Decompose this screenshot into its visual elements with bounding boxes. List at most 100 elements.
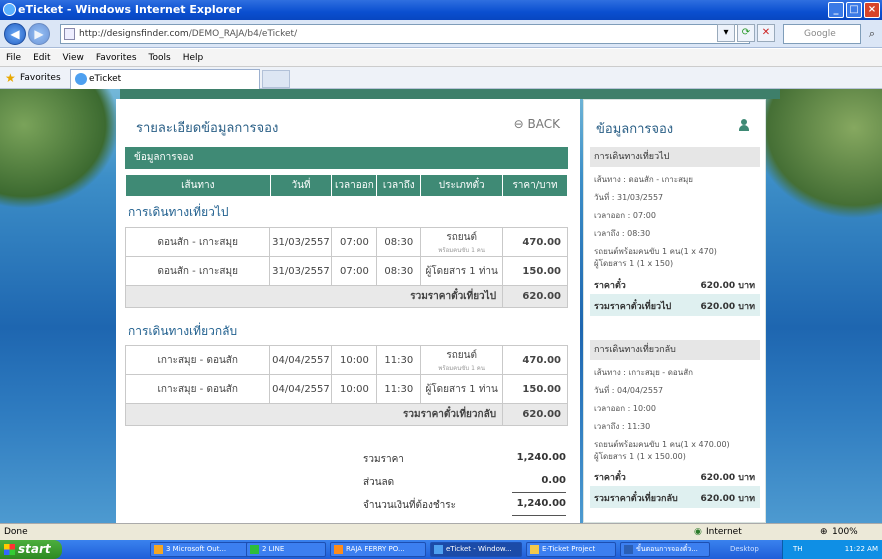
forward-nav-button[interactable]: ▶ [28,23,50,45]
table-row: ดอนสัก - เกาะสมุย 31/03/2557 07:00 08:30… [124,227,568,257]
summary-total: 620.00 บาท [700,494,755,504]
summary-route: เส้นทาง : ดอนสัก - เกาะสมุย [594,175,693,184]
route-cell: ดอนสัก - เกาะสมุย [124,227,271,257]
tab-ie-icon [75,73,87,85]
clock: 11:22 AM [844,545,878,553]
address-input[interactable]: http://designsfinder.com/DEMO_RAJA/b4/eT… [60,24,750,44]
stop-icon[interactable]: ✕ [757,24,775,42]
menu-edit[interactable]: Edit [33,49,50,66]
type-cell: ผู้โดยสาร 1 ท่าน [420,374,504,404]
summary-route: เส้นทาง : เกาะสมุย - ดอนสัก [594,368,693,377]
summary-outbound-head: การเดินทางเที่ยวไป [590,147,760,167]
taskbar-item-label: E-Ticket Project [542,545,596,553]
summary-depart: เวลาออก : 10:00 [594,404,656,413]
favorites-bar: ★ Favorites eTicket [0,67,882,89]
system-tray: TH 11:22 AM [782,540,882,559]
search-icon[interactable]: ⌕ [864,24,880,44]
total-label: รวมราคา [363,454,404,465]
minimize-button[interactable]: _ [828,2,844,18]
taskbar-item[interactable]: ขั้นตอนการจองตั๋ว... [620,542,710,557]
taskbar-item-label: 2 LINE [262,545,285,553]
zoom-level[interactable]: 100% [832,524,858,540]
discount-value: 0.00 [541,475,566,486]
summary-return-head: การเดินทางเที่ยวกลับ [590,340,760,360]
menu-tools[interactable]: Tools [149,49,171,66]
start-label: start [18,542,51,556]
close-button[interactable]: × [864,2,880,18]
ie-icon [434,545,443,554]
type-label: รถยนต์ [446,349,477,361]
price-cell: 150.00 [502,256,568,286]
firefox-icon [334,545,343,554]
url-host: http://designsfinder.com [79,29,189,39]
col-ticket-type: ประเภทตั๋ว [420,174,504,197]
taskbar-item[interactable]: RAJA FERRY PO... [330,542,426,557]
taskbar-item[interactable]: eTicket - Window... [430,542,522,557]
taskbar-item[interactable]: 3 Microsoft Out... [150,542,258,557]
taskbar-item[interactable]: E-Ticket Project [526,542,616,557]
divider [512,515,566,516]
arrive-cell: 11:30 [376,374,422,404]
tab-eticket[interactable]: eTicket [70,69,260,89]
refresh-icon[interactable]: ⟳ [737,24,755,42]
background-island-right [752,89,882,219]
maximize-button[interactable]: □ [846,2,862,18]
new-tab-button[interactable] [262,70,290,88]
back-link[interactable]: ⊖ BACK [514,117,560,131]
return-table: เกาะสมุย - ดอนสัก 04/04/2557 10:00 11:30… [124,345,568,426]
window-title: eTicket - Windows Internet Explorer [18,3,242,16]
zoom-icon[interactable]: ⊕ [820,524,828,540]
outlook-icon [154,545,163,554]
menu-file[interactable]: File [6,49,21,66]
col-date: วันที่ [269,174,333,197]
route-cell: เกาะสมุย - ดอนสัก [124,374,271,404]
favorites-button[interactable]: Favorites [20,67,61,89]
date-cell: 31/03/2557 [269,227,333,257]
summary-depart: เวลาออก : 07:00 [594,211,656,220]
url-path: /DEMO_RAJA/b4/eTicket/ [188,29,298,39]
summary-total-label: รวมราคาตั๋วเที่ยวกลับ [594,494,678,504]
amount-due-value: 1,240.00 [516,498,566,509]
page-icon [64,28,75,40]
menu-bar: File Edit View Favorites Tools Help [0,49,882,67]
desktop-toolbar[interactable]: Desktop [730,540,759,559]
taskbar-item-label: ขั้นตอนการจองตั๋ว... [636,545,698,553]
word-icon [624,545,633,554]
search-input[interactable]: Google [783,24,861,44]
summary-title: ข้อมูลการจอง [596,122,674,137]
page-title: รายละเอียดข้อมูลการจอง [136,121,279,136]
taskbar-item-label: RAJA FERRY PO... [346,545,405,553]
type-cell: รถยนต์พร้อมคนขับ 1 คน [420,345,504,375]
type-cell: ผู้โดยสาร 1 ท่าน [420,256,504,286]
summary-passenger: ผู้โดยสาร 1 (1 x 150) [594,259,674,268]
menu-favorites[interactable]: Favorites [96,49,137,66]
page-content: รายละเอียดข้อมูลการจอง ⊖ BACK ข้อมูลการจ… [0,89,882,523]
summary-price-label: ราคาตั๋ว [594,281,626,291]
background-island-left [0,89,120,209]
type-label: รถยนต์ [446,231,477,243]
globe-icon: ◉ [694,527,702,537]
table-row: เกาะสมุย - ดอนสัก 04/04/2557 10:00 11:30… [124,345,568,375]
arrive-cell: 08:30 [376,256,422,286]
summary-passenger: ผู้โดยสาร 1 (1 x 150.00) [594,452,686,461]
taskbar-item-label: 3 Microsoft Out... [166,545,227,553]
date-cell: 31/03/2557 [269,256,333,286]
back-nav-button[interactable]: ◀ [4,23,26,45]
language-indicator[interactable]: TH [793,545,803,553]
taskbar-item[interactable]: 2 LINE [246,542,326,557]
menu-help[interactable]: Help [183,49,204,66]
depart-cell: 07:00 [331,227,378,257]
col-route: เส้นทาง [125,174,271,197]
summary-price: 620.00 บาท [700,473,755,483]
section-bar: ข้อมูลการจอง [125,147,568,169]
type-sub: พร้อมคนขับ 1 คน [438,364,485,372]
summary-arrive: เวลาถึง : 08:30 [594,229,651,238]
user-icon [739,119,749,131]
address-toolbar: ◀ ▶ http://designsfinder.com/DEMO_RAJA/b… [0,20,882,48]
start-button[interactable]: start [0,540,62,559]
menu-view[interactable]: View [63,49,84,66]
tab-label: eTicket [89,74,122,84]
col-depart: เวลาออก [331,174,378,197]
divider [512,492,566,493]
dropdown-icon[interactable]: ▾ [717,24,735,42]
